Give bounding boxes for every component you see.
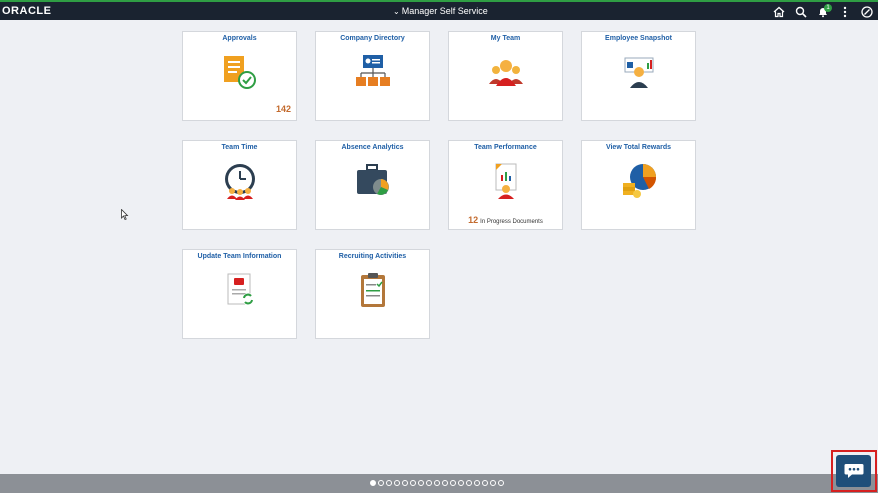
tile-title: View Total Rewards <box>605 144 672 151</box>
org-chart-icon <box>356 55 390 86</box>
page-dot[interactable] <box>490 480 496 486</box>
page-indicator <box>370 480 504 486</box>
home-icon[interactable] <box>772 5 786 19</box>
page-dot[interactable] <box>474 480 480 486</box>
navbar-icon[interactable] <box>860 5 874 19</box>
page-dot[interactable] <box>498 480 504 486</box>
page-dot[interactable] <box>394 480 400 486</box>
tile-absence-analytics[interactable]: Absence Analytics <box>315 140 430 230</box>
tile-title: Team Performance <box>474 144 537 151</box>
in-progress-summary: 12 In Progress Documents <box>449 215 562 225</box>
team-icon <box>489 60 523 86</box>
page-dot[interactable] <box>410 480 416 486</box>
mouse-cursor-icon <box>121 209 129 220</box>
clipboard-icon <box>361 273 385 307</box>
search-icon[interactable] <box>794 5 808 19</box>
page-dot[interactable] <box>482 480 488 486</box>
rewards-pie-icon <box>623 164 657 198</box>
oracle-logo: ORACLE <box>2 5 52 17</box>
chevron-down-icon: ⌄ <box>393 6 400 16</box>
page-dot[interactable] <box>418 480 424 486</box>
tile-my-team[interactable]: My Team <box>448 31 563 121</box>
chat-icon <box>844 464 863 478</box>
page-dot[interactable] <box>378 480 384 486</box>
footer-bar <box>0 474 878 493</box>
briefcase-chart-icon <box>357 164 389 195</box>
notification-badge: 1 <box>824 3 832 12</box>
tile-team-performance[interactable]: Team Performance 12 In Progress Documents <box>448 140 563 230</box>
more-actions-icon[interactable] <box>838 5 852 19</box>
page-dot[interactable] <box>442 480 448 486</box>
tile-title: Team Time <box>221 144 258 151</box>
tile-title: Absence Analytics <box>341 144 404 151</box>
approvals-icon <box>224 56 256 89</box>
tile-team-time[interactable]: Team Time <box>182 140 297 230</box>
tile-company-directory[interactable]: Company Directory <box>315 31 430 121</box>
tile-view-total-rewards[interactable]: View Total Rewards <box>581 140 696 230</box>
page-dot[interactable] <box>402 480 408 486</box>
in-progress-count: 12 <box>468 215 479 225</box>
page-dot[interactable] <box>450 480 456 486</box>
tile-title: Approvals <box>222 35 257 42</box>
page-dot[interactable] <box>386 480 392 486</box>
approvals-count: 142 <box>275 104 291 114</box>
tile-title: Company Directory <box>340 35 405 42</box>
page-dot[interactable] <box>426 480 432 486</box>
tile-update-team-information[interactable]: Update Team Information <box>182 249 297 339</box>
homepage-title: Manager Self Service <box>401 6 488 16</box>
tile-title: Update Team Information <box>197 253 282 260</box>
chat-button[interactable] <box>836 455 871 487</box>
top-banner: ORACLE ⌄ Manager Self Service 1 <box>0 0 878 20</box>
tile-recruiting-activities[interactable]: Recruiting Activities <box>315 249 430 339</box>
in-progress-label: In Progress Documents <box>480 219 543 225</box>
tile-employee-snapshot[interactable]: Employee Snapshot <box>581 31 696 121</box>
notifications-icon[interactable]: 1 <box>816 3 832 19</box>
page-dot[interactable] <box>466 480 472 486</box>
header-actions: 1 <box>772 3 874 20</box>
page-dot[interactable] <box>434 480 440 486</box>
employee-snapshot-icon <box>624 57 654 88</box>
tile-title: Recruiting Activities <box>338 253 407 260</box>
clock-team-icon <box>225 164 255 200</box>
tile-approvals[interactable]: Approvals 142 <box>182 31 297 121</box>
update-doc-icon <box>227 273 254 305</box>
performance-icon <box>495 163 517 199</box>
homepage-selector[interactable]: ⌄ Manager Self Service <box>393 6 488 16</box>
page-dot[interactable] <box>370 480 376 486</box>
tile-title: My Team <box>490 35 521 42</box>
tile-title: Employee Snapshot <box>605 35 672 42</box>
page-dot[interactable] <box>458 480 464 486</box>
